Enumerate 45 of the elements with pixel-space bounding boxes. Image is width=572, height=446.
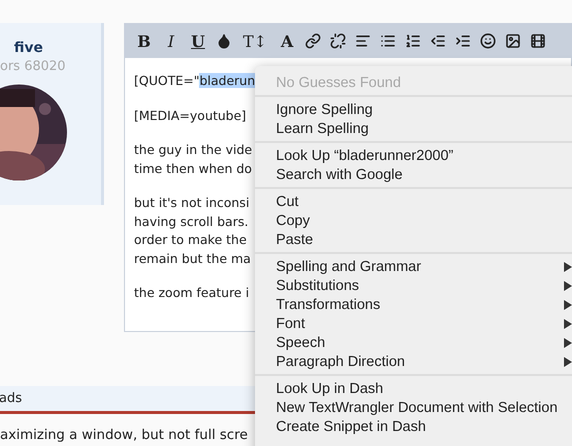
menu-item[interactable]: Paste xyxy=(255,230,572,249)
menu-item[interactable]: Ignore Spelling xyxy=(255,100,572,119)
menu-item[interactable]: New TextWrangler Document with Selection xyxy=(255,398,572,417)
format-button[interactable]: A xyxy=(278,30,296,52)
align-left-icon[interactable] xyxy=(355,33,372,49)
editor-text-line: remain but the ma xyxy=(134,250,251,268)
menu-item[interactable]: Substitutions xyxy=(255,276,572,295)
menu-item[interactable]: Spelling and Grammar xyxy=(255,257,572,276)
format-button[interactable]: U xyxy=(189,30,207,52)
editor-text-line: the guy in the vide xyxy=(134,141,252,159)
editor-text-line: the zoom feature i xyxy=(134,284,250,302)
bulleted-list-icon[interactable] xyxy=(380,33,396,49)
menu-item[interactable]: Cut xyxy=(255,192,572,211)
editor-text-line: order to make the xyxy=(134,231,247,249)
indent-icon[interactable] xyxy=(455,33,472,49)
film-icon[interactable] xyxy=(530,33,546,49)
editor-text-line: having scroll bars. xyxy=(134,212,248,231)
post-excerpt: aximizing a window, but not full scre xyxy=(0,427,248,443)
editor-text-line: [MEDIA=youtube] xyxy=(134,106,246,125)
editor-text-line: [QUOTE="bladerun xyxy=(134,72,256,90)
outdent-icon[interactable] xyxy=(430,33,446,49)
editor-text-line: but it's not inconsi xyxy=(134,194,250,212)
menu-item[interactable]: Create Snippet in Dash xyxy=(255,417,572,436)
threads-label[interactable]: ads xyxy=(0,391,22,406)
numbered-list-icon[interactable] xyxy=(405,33,422,49)
menu-item[interactable]: Transformations xyxy=(255,295,572,314)
menu-item[interactable]: Speech xyxy=(255,333,572,352)
droplet-icon[interactable] xyxy=(216,33,232,49)
user-stats: ors 68020 xyxy=(0,59,66,74)
menu-item[interactable]: Search with Google xyxy=(255,165,572,184)
unlink-icon[interactable] xyxy=(330,33,346,49)
menu-item[interactable]: Look Up in Dash xyxy=(255,379,572,398)
link-icon[interactable] xyxy=(305,33,322,49)
menu-item[interactable]: Paragraph Direction xyxy=(255,352,572,371)
menu-item[interactable]: Learn Spelling xyxy=(255,119,572,138)
image-icon[interactable] xyxy=(505,33,522,49)
format-button[interactable]: B xyxy=(135,30,153,52)
menu-item[interactable]: Copy xyxy=(255,211,572,230)
smiley-icon[interactable] xyxy=(480,33,496,49)
format-button[interactable]: T↕ xyxy=(241,30,270,52)
user-name[interactable]: five xyxy=(14,40,43,56)
format-button[interactable]: I xyxy=(162,30,180,52)
menu-item[interactable]: Font xyxy=(255,314,572,333)
editor-text-line: time then when do xyxy=(134,160,252,178)
menu-item[interactable]: Look Up “bladerunner2000” xyxy=(255,146,572,165)
